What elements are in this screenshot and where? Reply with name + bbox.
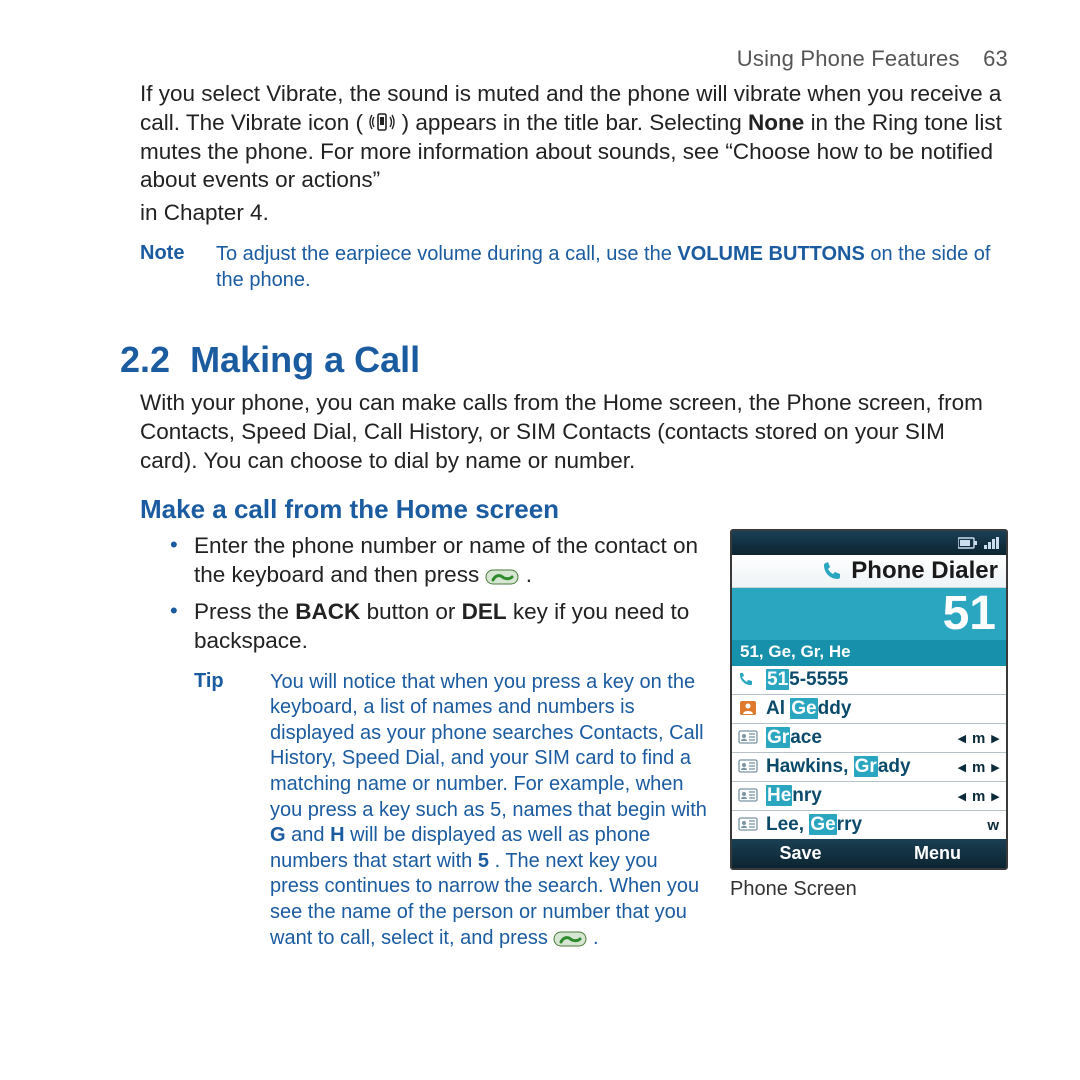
- phone-result-row[interactable]: Lee, Gerryw: [732, 810, 1006, 839]
- phone-result-side: ◂ m ▸: [958, 729, 1000, 747]
- subsection-heading: Make a call from the Home screen: [140, 494, 1008, 525]
- tip-block: Tip You will notice that when you press …: [194, 670, 712, 952]
- card-icon: [738, 787, 760, 805]
- running-header: Using Phone Features 63: [140, 46, 1008, 72]
- phone-result-row[interactable]: Al Geddy: [732, 694, 1006, 723]
- phone-title-bar: Phone Dialer: [732, 555, 1006, 588]
- phone-softkeys: Save Menu: [732, 839, 1006, 868]
- phone-result-side: w: [987, 817, 1000, 834]
- call-key-icon: [485, 567, 519, 587]
- intro-paragraph: If you select Vibrate, the sound is mute…: [140, 80, 1008, 195]
- phone-result-text: Lee, Gerry: [766, 814, 987, 836]
- list-item: Enter the phone number or name of the co…: [140, 531, 712, 590]
- note-block: Note To adjust the earpiece volume durin…: [140, 242, 1008, 293]
- contact-icon: [738, 700, 760, 718]
- phone-result-text: Al Geddy: [766, 698, 1000, 720]
- phone-status-bar: [732, 531, 1006, 555]
- phone-title-icon: [821, 560, 843, 582]
- call-icon: [738, 671, 760, 689]
- tip-label: Tip: [194, 670, 242, 952]
- phone-result-text: Hawkins, Grady: [766, 756, 958, 778]
- softkey-left[interactable]: Save: [732, 839, 869, 868]
- phone-result-row[interactable]: Hawkins, Grady◂ m ▸: [732, 752, 1006, 781]
- phone-results-list: 515-5555Al GeddyGrace◂ m ▸Hawkins, Grady…: [732, 666, 1006, 839]
- card-icon: [738, 816, 760, 834]
- section-name: Using Phone Features: [737, 46, 960, 71]
- phone-result-row[interactable]: Grace◂ m ▸: [732, 723, 1006, 752]
- note-label: Note: [140, 242, 188, 293]
- phone-entered-number: 51: [732, 588, 1006, 641]
- vibrate-icon: [369, 111, 395, 133]
- call-key-icon: [553, 929, 587, 949]
- phone-caption: Phone Screen: [730, 878, 1008, 901]
- phone-screenshot: Phone Dialer 51 51, Ge, Gr, He 515-5555 A…: [730, 529, 1008, 871]
- softkey-right[interactable]: Menu: [869, 839, 1006, 868]
- phone-match-hint: 51, Ge, Gr, He: [732, 640, 1006, 666]
- tip-text: You will notice that when you press a ke…: [270, 670, 712, 952]
- phone-result-row[interactable]: Henry◂ m ▸: [732, 781, 1006, 810]
- bullet-list: Enter the phone number or name of the co…: [140, 531, 712, 656]
- phone-result-text: Henry: [766, 785, 958, 807]
- section-heading: 2.2 Making a Call: [120, 339, 1008, 381]
- battery-icon: [958, 537, 978, 549]
- page-number: 63: [966, 46, 1008, 72]
- note-text: To adjust the earpiece volume during a c…: [216, 242, 1008, 293]
- card-icon: [738, 758, 760, 776]
- phone-title-text: Phone Dialer: [851, 557, 998, 585]
- signal-icon: [984, 537, 1000, 549]
- phone-result-text: Grace: [766, 727, 958, 749]
- phone-result-text: 515-5555: [766, 669, 1000, 691]
- phone-result-side: ◂ m ▸: [958, 787, 1000, 805]
- list-item: Press the BACK button or DEL key if you …: [140, 597, 712, 656]
- card-icon: [738, 729, 760, 747]
- section-intro: With your phone, you can make calls from…: [140, 389, 1008, 475]
- phone-result-side: ◂ m ▸: [958, 758, 1000, 776]
- intro-paragraph-2: in Chapter 4.: [140, 199, 1008, 228]
- phone-result-row[interactable]: 515-5555: [732, 666, 1006, 694]
